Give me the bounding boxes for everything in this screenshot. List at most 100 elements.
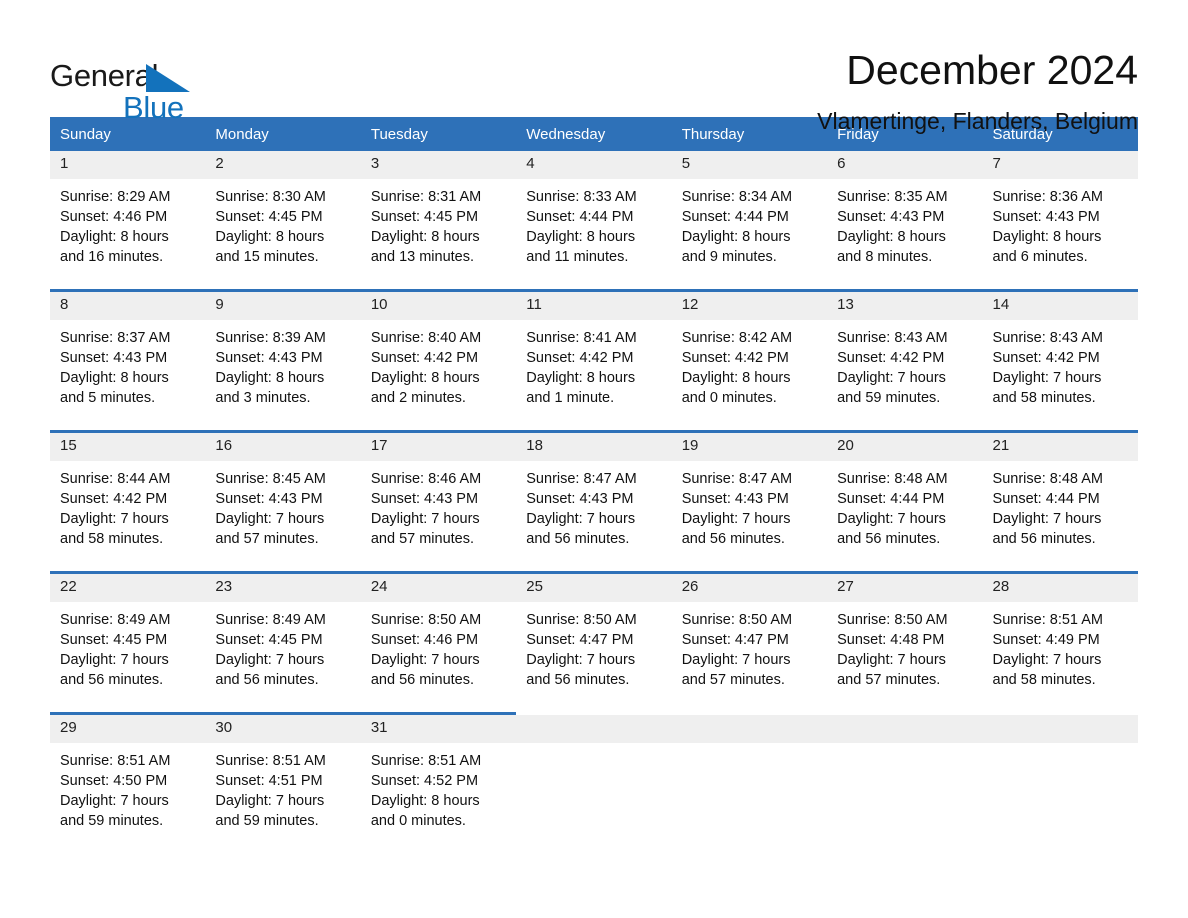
day-details: Sunrise: 8:47 AM Sunset: 4:43 PM Daylight:… [516, 461, 671, 571]
day-details: Sunrise: 8:34 AM Sunset: 4:44 PM Daylight:… [672, 179, 827, 289]
calendar-day-cell[interactable]: 27 Sunrise: 8:50 AM Sunset: 4:48 PM Dayligh… [827, 571, 983, 714]
daylight-text-line2: and 58 minutes. [60, 531, 164, 547]
calendar-day-cell[interactable]: 19 Sunrise: 8:47 AM Sunset: 4:43 PM Dayligh… [671, 430, 828, 573]
calendar-day-cell[interactable]: 20 Sunrise: 8:48 AM Sunset: 4:44 PM Dayligh… [827, 430, 983, 573]
day-number: 4 [516, 151, 672, 179]
daylight-text-line1: Daylight: 8 hours [370, 370, 480, 386]
sunset-text: Sunset: 4:44 PM [992, 491, 1100, 507]
day-details: Sunrise: 8:42 AM Sunset: 4:42 PM Daylight:… [672, 320, 827, 430]
daylight-text-line1: Daylight: 7 hours [681, 511, 791, 527]
calendar-day-cell[interactable]: 13 Sunrise: 8:43 AM Sunset: 4:42 PM Dayligh… [827, 289, 983, 432]
sunset-text: Sunset: 4:51 PM [215, 773, 323, 789]
calendar-day-cell[interactable]: 14 Sunrise: 8:43 AM Sunset: 4:42 PM Dayligh… [982, 289, 1138, 432]
calendar-day-cell[interactable]: 12 Sunrise: 8:42 AM Sunset: 4:42 PM Dayligh… [671, 289, 828, 432]
day-number: 27 [827, 574, 983, 602]
day-number: 26 [671, 574, 828, 602]
calendar-day-cell[interactable]: 23 Sunrise: 8:49 AM Sunset: 4:45 PM Dayligh… [205, 571, 361, 714]
day-number: 17 [360, 433, 517, 461]
day-details [827, 743, 982, 853]
calendar-day-cell[interactable]: 7 Sunrise: 8:36 AM Sunset: 4:43 PM Daylight… [982, 151, 1138, 291]
daylight-text-line1: Daylight: 7 hours [837, 370, 946, 386]
logo-text-general: General [50, 58, 159, 93]
calendar-day-cell[interactable]: 4 Sunrise: 8:33 AM Sunset: 4:44 PM Daylight… [516, 151, 672, 291]
calendar-day-cell[interactable]: 18 Sunrise: 8:47 AM Sunset: 4:43 PM Dayligh… [516, 430, 672, 573]
calendar-day-cell[interactable]: 6 Sunrise: 8:35 AM Sunset: 4:43 PM Daylight… [827, 151, 983, 291]
daylight-text-line1: Daylight: 7 hours [215, 652, 325, 668]
day-number: 7 [982, 151, 1138, 179]
daylight-text-line2: and 2 minutes. [370, 390, 466, 406]
day-number: 23 [205, 574, 361, 602]
calendar-day-cell[interactable]: 25 Sunrise: 8:50 AM Sunset: 4:47 PM Dayligh… [516, 571, 672, 714]
day-details: Sunrise: 8:44 AM Sunset: 4:42 PM Daylight:… [50, 461, 205, 571]
calendar-day-cell[interactable]: 31 Sunrise: 8:51 AM Sunset: 4:52 PM Dayligh… [360, 712, 517, 853]
day-number: 10 [360, 292, 517, 320]
daylight-text-line1: Daylight: 8 hours [60, 370, 169, 386]
calendar-week-row: 15 Sunrise: 8:44 AM Sunset: 4:42 PM Dayligh… [50, 430, 1138, 573]
day-details: Sunrise: 8:41 AM Sunset: 4:42 PM Daylight:… [516, 320, 671, 430]
sunset-text: Sunset: 4:49 PM [992, 632, 1100, 648]
calendar-day-cell[interactable]: 2 Sunrise: 8:30 AM Sunset: 4:45 PM Daylight… [205, 151, 361, 291]
calendar-day-cell[interactable]: 11 Sunrise: 8:41 AM Sunset: 4:42 PM Dayligh… [516, 289, 672, 432]
sunset-text [837, 771, 974, 791]
logo-triangle-icon [146, 64, 190, 92]
calendar-day-cell[interactable]: 3 Sunrise: 8:31 AM Sunset: 4:45 PM Daylight… [360, 151, 517, 291]
day-details: Sunrise: 8:50 AM Sunset: 4:47 PM Daylight:… [672, 602, 827, 712]
day-details: Sunrise: 8:40 AM Sunset: 4:42 PM Daylight:… [361, 320, 516, 430]
day-details: Sunrise: 8:45 AM Sunset: 4:43 PM Daylight:… [205, 461, 360, 571]
calendar-day-cell[interactable]: 10 Sunrise: 8:40 AM Sunset: 4:42 PM Dayligh… [360, 289, 517, 432]
day-number [982, 715, 1138, 743]
daylight-text-line2: and 8 minutes. [837, 249, 933, 265]
sunrise-text: Sunrise: 8:51 AM [215, 753, 326, 769]
day-number: 31 [360, 715, 517, 743]
calendar-day-cell[interactable]: 21 Sunrise: 8:48 AM Sunset: 4:44 PM Dayligh… [982, 430, 1138, 573]
daylight-text-line2: and 58 minutes. [992, 390, 1096, 406]
day-details: Sunrise: 8:43 AM Sunset: 4:42 PM Daylight:… [827, 320, 982, 430]
sunrise-text: Sunrise: 8:43 AM [837, 330, 948, 346]
sunrise-text: Sunrise: 8:48 AM [992, 471, 1103, 487]
daylight-text-line1: Daylight: 7 hours [526, 511, 636, 527]
sunset-text: Sunset: 4:45 PM [370, 209, 479, 225]
calendar-day-cell[interactable]: 15 Sunrise: 8:44 AM Sunset: 4:42 PM Dayligh… [50, 430, 206, 573]
day-number: 24 [360, 574, 517, 602]
calendar-day-cell[interactable]: 26 Sunrise: 8:50 AM Sunset: 4:47 PM Dayligh… [671, 571, 828, 714]
sunrise-text: Sunrise: 8:43 AM [992, 330, 1103, 346]
day-number: 28 [982, 574, 1138, 602]
calendar-cell-empty [982, 713, 1138, 853]
day-details: Sunrise: 8:47 AM Sunset: 4:43 PM Daylight:… [672, 461, 827, 571]
daylight-text-line1: Daylight: 8 hours [526, 229, 636, 245]
daylight-text-line2: and 11 minutes. [526, 249, 629, 265]
calendar-day-cell[interactable]: 8 Sunrise: 8:37 AM Sunset: 4:43 PM Daylight… [50, 289, 206, 432]
sunset-text: Sunset: 4:42 PM [370, 350, 479, 366]
daylight-text-line2: and 56 minutes. [526, 672, 630, 688]
day-details: Sunrise: 8:30 AM Sunset: 4:45 PM Daylight:… [205, 179, 360, 289]
sunset-text [526, 771, 663, 791]
calendar-day-cell[interactable]: 5 Sunrise: 8:34 AM Sunset: 4:44 PM Daylight… [671, 151, 828, 291]
sunrise-text: Sunrise: 8:30 AM [215, 189, 326, 205]
daylight-text-line2: and 5 minutes. [60, 390, 156, 406]
calendar-day-cell[interactable]: 17 Sunrise: 8:46 AM Sunset: 4:43 PM Dayligh… [360, 430, 517, 573]
daylight-text-line1 [837, 791, 974, 811]
day-details: Sunrise: 8:33 AM Sunset: 4:44 PM Daylight:… [516, 179, 671, 289]
daylight-text-line2: and 16 minutes. [60, 249, 164, 265]
calendar-day-cell[interactable]: 29 Sunrise: 8:51 AM Sunset: 4:50 PM Dayligh… [50, 712, 206, 853]
daylight-text-line1: Daylight: 7 hours [370, 652, 480, 668]
daylight-text-line2: and 56 minutes. [681, 531, 785, 547]
calendar-day-cell[interactable]: 9 Sunrise: 8:39 AM Sunset: 4:43 PM Daylight… [205, 289, 361, 432]
calendar-day-cell[interactable]: 28 Sunrise: 8:51 AM Sunset: 4:49 PM Dayligh… [982, 571, 1138, 714]
calendar-day-cell[interactable]: 30 Sunrise: 8:51 AM Sunset: 4:51 PM Dayligh… [205, 712, 361, 853]
sunrise-text: Sunrise: 8:42 AM [681, 330, 793, 346]
calendar-day-cell[interactable]: 16 Sunrise: 8:45 AM Sunset: 4:43 PM Dayligh… [205, 430, 361, 573]
day-details: Sunrise: 8:50 AM Sunset: 4:47 PM Daylight:… [516, 602, 671, 712]
day-number: 13 [827, 292, 983, 320]
sunset-text: Sunset: 4:45 PM [215, 632, 323, 648]
daylight-text-line1: Daylight: 8 hours [992, 229, 1102, 245]
daylight-text-line1: Daylight: 7 hours [60, 793, 169, 809]
day-number: 9 [205, 292, 361, 320]
calendar-day-cell[interactable]: 22 Sunrise: 8:49 AM Sunset: 4:45 PM Dayligh… [50, 571, 206, 714]
calendar-day-cell[interactable]: 24 Sunrise: 8:50 AM Sunset: 4:46 PM Dayligh… [360, 571, 517, 714]
day-details: Sunrise: 8:36 AM Sunset: 4:43 PM Daylight:… [983, 179, 1138, 289]
daylight-text-line2: and 56 minutes. [992, 531, 1096, 547]
sunrise-text: Sunrise: 8:33 AM [526, 189, 637, 205]
sunrise-text [837, 751, 974, 771]
calendar-day-cell[interactable]: 1 Sunrise: 8:29 AM Sunset: 4:46 PM Daylight… [50, 151, 206, 291]
